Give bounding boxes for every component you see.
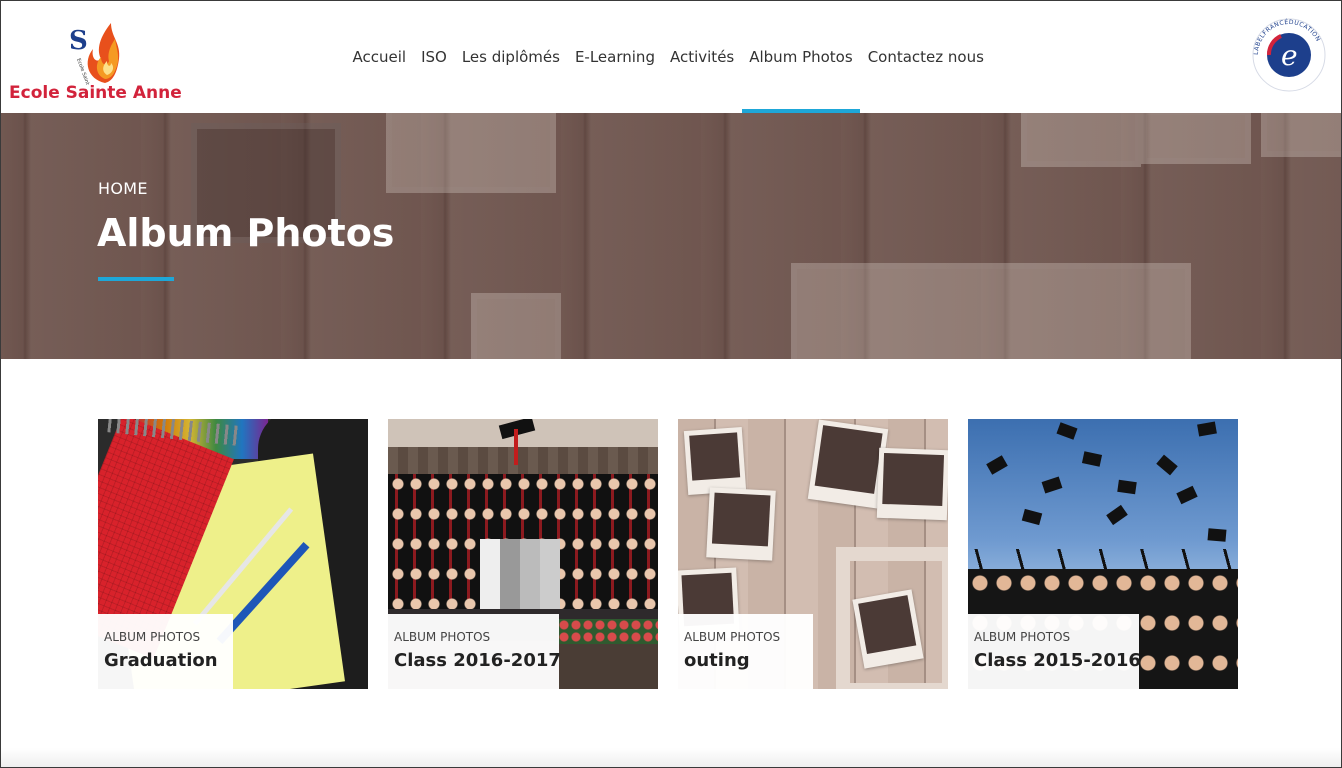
album-caption: ALBUM PHOTOS Class 2016-2017 bbox=[388, 614, 561, 689]
label-france-education-logo-icon[interactable]: e LABELFRANCÉDUCATION bbox=[1251, 17, 1327, 93]
nav-item-album-photos[interactable]: Album Photos bbox=[741, 1, 861, 113]
footer-edge bbox=[1, 748, 1341, 768]
nav-item-iso[interactable]: ISO bbox=[414, 1, 455, 113]
album-title[interactable]: Class 2015-2016 bbox=[974, 650, 1141, 671]
site-header: S Ecole Sainte Anne Ecole Sainte Anne Ac… bbox=[1, 1, 1341, 113]
album-caption: ALBUM PHOTOS Graduation bbox=[98, 614, 233, 689]
album-caption: ALBUM PHOTOS outing bbox=[678, 614, 813, 689]
album-category: ALBUM PHOTOS bbox=[974, 630, 1071, 644]
breadcrumb-home[interactable]: HOME bbox=[98, 179, 148, 198]
site-logo[interactable]: S Ecole Sainte Anne Ecole Sainte Anne bbox=[7, 9, 187, 109]
nav-item-activites[interactable]: Activités bbox=[662, 1, 741, 113]
title-underline bbox=[98, 277, 174, 281]
svg-text:e: e bbox=[1281, 39, 1298, 72]
hero-bg-photo bbox=[1141, 113, 1251, 164]
album-title[interactable]: Class 2016-2017 bbox=[394, 650, 561, 671]
site-name: Ecole Sainte Anne bbox=[9, 83, 182, 103]
album-category: ALBUM PHOTOS bbox=[394, 630, 491, 644]
nav-item-e-learning[interactable]: E-Learning bbox=[567, 1, 662, 113]
album-title[interactable]: outing bbox=[684, 650, 750, 671]
page-title: Album Photos bbox=[97, 211, 395, 255]
album-category: ALBUM PHOTOS bbox=[684, 630, 781, 644]
album-grid: ALBUM PHOTOS Graduation ALBUM PHOTOS Cla… bbox=[98, 419, 1238, 689]
nav-item-diplomes[interactable]: Les diplômés bbox=[454, 1, 567, 113]
album-caption: ALBUM PHOTOS Class 2015-2016 bbox=[968, 614, 1141, 689]
nav-item-contactez-nous[interactable]: Contactez nous bbox=[860, 1, 991, 113]
hero-bg-photo bbox=[1021, 113, 1141, 167]
main-nav: Accueil ISO Les diplômés E-Learning Acti… bbox=[345, 1, 991, 113]
nav-item-accueil[interactable]: Accueil bbox=[345, 1, 414, 113]
album-card-outing[interactable]: ALBUM PHOTOS outing bbox=[678, 419, 948, 689]
album-card-class-2016-2017[interactable]: ALBUM PHOTOS Class 2016-2017 bbox=[388, 419, 658, 689]
hero-bg-photo bbox=[471, 293, 561, 359]
album-title[interactable]: Graduation bbox=[104, 650, 218, 671]
hero-bg-photo bbox=[1261, 113, 1341, 157]
album-card-class-2015-2016[interactable]: ALBUM PHOTOS Class 2015-2016 bbox=[968, 419, 1238, 689]
album-category: ALBUM PHOTOS bbox=[104, 630, 201, 644]
hero-bg-photo bbox=[386, 113, 556, 193]
album-card-graduation[interactable]: ALBUM PHOTOS Graduation bbox=[98, 419, 368, 689]
hero-bg-frame bbox=[791, 263, 1191, 359]
school-flame-logo-icon: S Ecole Sainte Anne bbox=[69, 23, 120, 85]
svg-text:S: S bbox=[69, 26, 88, 56]
page-hero: HOME Album Photos bbox=[1, 113, 1341, 359]
